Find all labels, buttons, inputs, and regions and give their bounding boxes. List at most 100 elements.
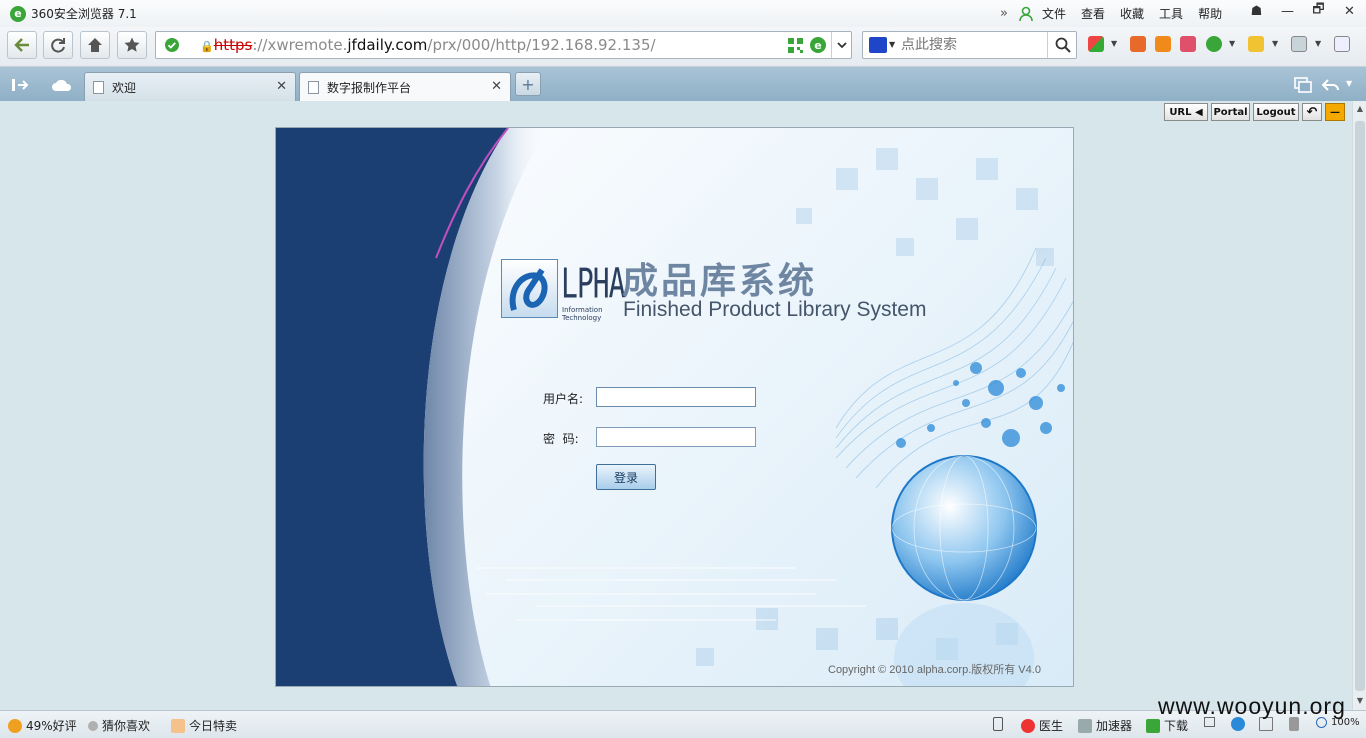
apps-icon[interactable] <box>1088 36 1104 52</box>
url-separator: :// <box>252 36 268 54</box>
portal-button[interactable]: Portal <box>1211 103 1250 121</box>
username-label: 用户名: <box>543 392 584 406</box>
tab-close-icon[interactable]: ✕ <box>491 79 502 94</box>
url-path: /prx/000/http/192.168.92.135/ <box>427 36 656 54</box>
coupon-caret-icon[interactable]: ▼ <box>1272 39 1278 48</box>
user-icon[interactable] <box>1018 6 1034 22</box>
tab-label: 欢迎 <box>112 80 137 95</box>
close-button[interactable]: ✕ <box>1334 0 1365 22</box>
menu-file[interactable]: 文件 <box>1042 5 1066 22</box>
tab-digital-paper-platform[interactable]: 数字报制作平台 ✕ <box>299 72 511 101</box>
undo-button[interactable]: ↶ <box>1302 103 1322 121</box>
watermark: www.wooyun.org <box>1158 693 1346 719</box>
password-input[interactable] <box>596 427 756 447</box>
minimize-toolbar-button[interactable]: — <box>1325 103 1345 121</box>
skin-button[interactable]: ☗ <box>1241 0 1272 22</box>
cert-warning-icon: 🔒 <box>200 40 214 53</box>
mail-icon[interactable] <box>1180 36 1196 52</box>
sidebar-toggle-icon[interactable] <box>12 78 30 92</box>
search-icon <box>1055 37 1071 53</box>
screenshot-caret-icon[interactable]: ▼ <box>1315 39 1321 48</box>
coupon-icon[interactable] <box>1248 36 1264 52</box>
tab-welcome[interactable]: 欢迎 ✕ <box>84 72 296 101</box>
home-button[interactable] <box>80 31 110 59</box>
rocket-icon <box>1078 718 1092 733</box>
window-controls: ☗ — 🗗 ✕ <box>1241 0 1365 22</box>
tab-close-icon[interactable]: ✕ <box>276 79 287 94</box>
login-panel: LPHA Information Technology 成品库系统 Finish… <box>275 127 1074 687</box>
dot-icon <box>88 720 98 731</box>
doctor-item[interactable]: 医生 <box>1021 717 1063 734</box>
translate-icon[interactable] <box>1130 36 1146 52</box>
restore-tab-icon[interactable] <box>1294 77 1312 93</box>
menu-tools[interactable]: 工具 <box>1159 5 1183 22</box>
security-check-icon[interactable] <box>164 37 180 53</box>
cloud-icon[interactable] <box>51 78 73 92</box>
scroll-down-icon[interactable]: ▼ <box>1355 696 1365 706</box>
chevron-down-icon <box>837 41 847 48</box>
accelerator-item[interactable]: 加速器 <box>1078 717 1132 734</box>
search-button[interactable] <box>1047 32 1077 58</box>
fullscreen-icon[interactable] <box>1334 36 1350 52</box>
compat-mode-icon[interactable]: e <box>810 37 826 53</box>
scroll-thumb[interactable] <box>1355 121 1365 691</box>
qr-code-icon[interactable] <box>788 38 803 53</box>
address-bar[interactable]: 🔒https://xwremote.jfdaily.com/prx/000/ht… <box>155 31 852 59</box>
system-title-cn: 成品库系统 <box>622 261 818 302</box>
refresh-button[interactable] <box>43 31 73 59</box>
logout-button[interactable]: Logout <box>1253 103 1299 121</box>
menu-overflow-icon[interactable]: » <box>1000 6 1016 21</box>
flight-icon[interactable] <box>1155 36 1171 52</box>
address-url[interactable]: 🔒https://xwremote.jfdaily.com/prx/000/ht… <box>200 36 656 54</box>
undo-close-icon[interactable] <box>1322 78 1340 92</box>
screenshot-icon[interactable] <box>1291 36 1307 52</box>
rating-item[interactable]: 49%好评 <box>8 717 77 734</box>
logo-letters: LPHA <box>561 260 625 308</box>
accelerator-label: 加速器 <box>1096 719 1133 733</box>
tab-bar: 欢迎 ✕ 数字报制作平台 ✕ + ▼ <box>0 67 1366 101</box>
deals-label: 今日特卖 <box>189 719 238 733</box>
system-title-en: Finished Product Library System <box>623 298 927 321</box>
url-domain: jfdaily.com <box>347 36 428 54</box>
username-input[interactable] <box>596 387 756 407</box>
search-engine-icon[interactable] <box>869 37 887 53</box>
search-engine-caret-icon[interactable]: ▼ <box>889 40 895 49</box>
search-box[interactable]: ▼ <box>862 31 1077 59</box>
new-tab-button[interactable]: + <box>515 72 541 96</box>
alpha-logo-icon <box>501 259 558 318</box>
menu-view[interactable]: 查看 <box>1081 5 1105 22</box>
logo-subtitle-line1: Information <box>562 306 603 314</box>
download-icon <box>1146 718 1160 733</box>
login-background-art <box>276 128 1073 686</box>
menu-favorites[interactable]: 收藏 <box>1120 5 1144 22</box>
browser-logo-icon: e <box>10 5 26 22</box>
navigation-bar: 🔒https://xwremote.jfdaily.com/prx/000/ht… <box>0 27 1366 67</box>
back-arrow-icon <box>14 38 29 52</box>
tab-menu-caret-icon[interactable]: ▼ <box>1346 79 1352 88</box>
refresh-icon <box>51 38 65 53</box>
address-dropdown-button[interactable] <box>831 32 852 58</box>
back-button[interactable] <box>7 31 37 59</box>
home-icon <box>88 38 102 52</box>
mobile-item[interactable] <box>993 717 1007 731</box>
restore-button[interactable]: 🗗 <box>1303 0 1334 22</box>
menu-bar: » 文件 查看 收藏 工具 帮助 <box>1000 0 1237 27</box>
daily-deals-item[interactable]: 今日特卖 <box>171 717 237 734</box>
url-scheme: https <box>213 36 253 54</box>
apps-caret-icon[interactable]: ▼ <box>1111 39 1117 48</box>
url-button[interactable]: URL ◀ <box>1164 103 1208 121</box>
minimize-button[interactable]: — <box>1272 0 1303 22</box>
title-bar: e 360安全浏览器 7.1 » 文件 查看 收藏 工具 帮助 ☗ — 🗗 ✕ <box>0 0 1366 27</box>
vertical-scrollbar[interactable]: ▲ ▼ <box>1352 101 1366 710</box>
tab-label: 数字报制作平台 <box>327 80 412 95</box>
window-title: 360安全浏览器 7.1 <box>31 7 137 21</box>
login-button[interactable]: 登录 <box>596 464 656 490</box>
doctor-cross-icon <box>1021 718 1035 733</box>
guess-you-like-item[interactable]: 猜你喜欢 <box>88 717 150 734</box>
shield-icon[interactable] <box>1206 36 1222 52</box>
search-input[interactable] <box>901 37 1041 53</box>
scroll-up-icon[interactable]: ▲ <box>1355 104 1365 114</box>
shield-caret-icon[interactable]: ▼ <box>1229 39 1235 48</box>
favorite-button[interactable] <box>117 31 147 59</box>
menu-help[interactable]: 帮助 <box>1198 5 1222 22</box>
